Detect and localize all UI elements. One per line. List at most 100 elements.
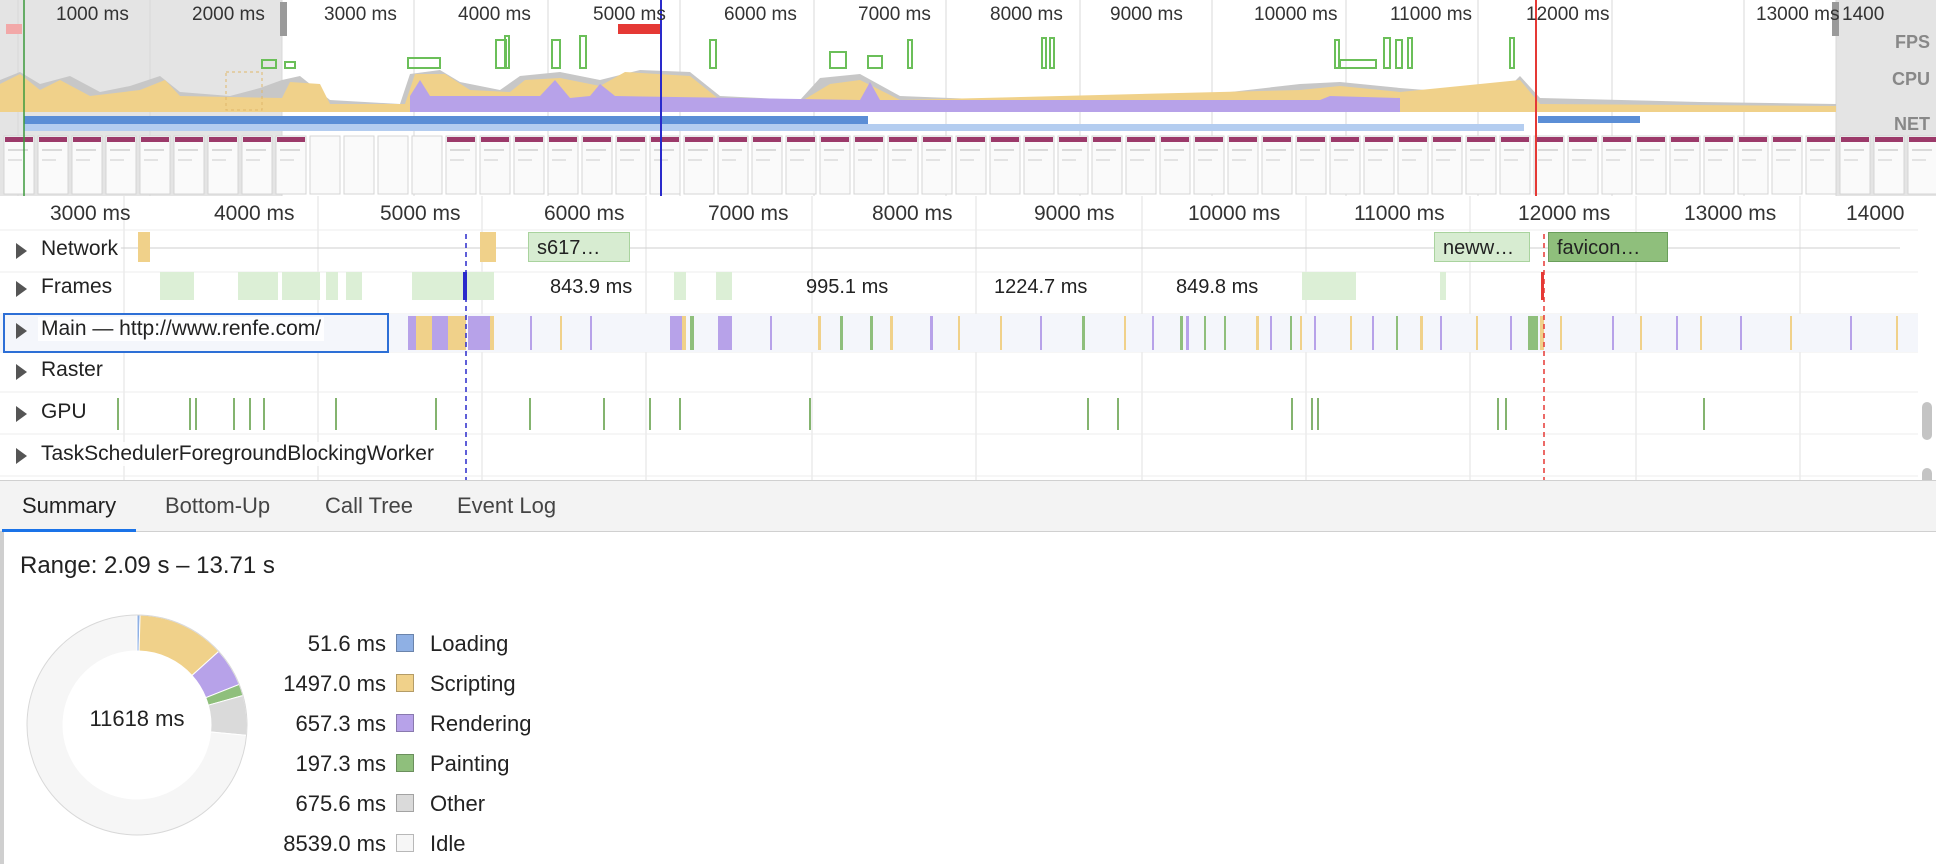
filmstrip-thumbnail-header: [1603, 137, 1631, 142]
timeline-tick-label: 7000 ms: [708, 202, 789, 225]
filmstrip-thumbnail-header: [1909, 137, 1936, 142]
overview-tick-label: 1400: [1842, 4, 1885, 25]
filmstrip-thumbnail-header: [73, 137, 101, 142]
tracks-scrollbar[interactable]: [1922, 402, 1932, 480]
fps-bar: [829, 51, 847, 69]
network-request-neww[interactable]: neww…: [1434, 232, 1530, 262]
overview-tick-label: 2000 ms: [192, 4, 265, 25]
legend-name: Other: [430, 791, 486, 816]
filmstrip-thumbnail: [309, 135, 341, 195]
frame-duration[interactable]: 1224.7 ms: [994, 276, 1087, 299]
filmstrip-thumbnail-header: [1331, 137, 1359, 142]
filmstrip-thumbnail: [853, 135, 885, 195]
filmstrip-thumbnail-header: [39, 137, 67, 142]
frame-duration[interactable]: 843.9 ms: [550, 276, 632, 299]
frame-duration[interactable]: 849.8 ms: [1176, 276, 1258, 299]
filmstrip-thumbnail-header: [1263, 137, 1291, 142]
filmstrip-thumbnail: [479, 135, 511, 195]
legend-value: 8539.0 ms: [283, 831, 386, 856]
expand-arrow-icon[interactable]: [16, 364, 27, 380]
fps-bar: [709, 39, 717, 69]
filmstrip-thumbnail-header: [481, 137, 509, 142]
filmstrip-thumbnail-header: [1773, 137, 1801, 142]
timeline-overview[interactable]: 1000 ms 2000 ms 3000 ms 4000 ms 5000 ms 6000 …: [0, 0, 1936, 197]
timeline-tick-label: 12000 ms: [1518, 202, 1611, 225]
filmstrip-thumbnail-header: [1195, 137, 1223, 142]
filmstrip-thumbnail-header: [787, 137, 815, 142]
filmstrip-thumbnail: [581, 135, 613, 195]
tab-summary[interactable]: Summary: [2, 481, 137, 532]
network-request-s617[interactable]: s617…: [528, 232, 630, 262]
frame-duration[interactable]: 995.1 ms: [806, 276, 888, 299]
expand-arrow-icon[interactable]: [16, 243, 27, 259]
filmstrip-thumbnail: [1737, 135, 1769, 195]
filmstrip-thumbnail: [1805, 135, 1837, 195]
scrollbar-thumb[interactable]: [1922, 468, 1932, 480]
track-frames[interactable]: Frames: [0, 268, 1918, 310]
filmstrip-thumbnail: [1057, 135, 1089, 195]
legend-swatch: [396, 754, 414, 772]
fps-bar: [907, 39, 913, 69]
filmstrip-thumbnail: [1465, 135, 1497, 195]
expand-arrow-icon[interactable]: [16, 448, 27, 464]
filmstrip-thumbnail: [887, 135, 919, 195]
tab-event-log[interactable]: Event Log: [437, 481, 576, 532]
filmstrip-thumbnail: [547, 135, 579, 195]
filmstrip-thumbnail-header: [1161, 137, 1189, 142]
timeline-tick-label: 3000 ms: [50, 202, 131, 225]
scrollbar-thumb-top[interactable]: [1922, 402, 1932, 440]
track-raster[interactable]: Raster: [0, 351, 1918, 393]
filmstrip-thumbnail: [37, 135, 69, 195]
fps-bar: [579, 35, 587, 69]
overview-tick-label: 7000 ms: [858, 4, 931, 25]
filmstrip-thumbnail: [139, 135, 171, 195]
legend-value: 197.3 ms: [295, 751, 387, 776]
expand-arrow-icon[interactable]: [16, 281, 27, 297]
filmstrip-thumbnail: [1295, 135, 1327, 195]
net-lane-label: NET: [1894, 114, 1930, 134]
tab-call-tree[interactable]: Call Tree: [305, 481, 433, 532]
selection-handle-left: [280, 2, 287, 36]
summary-panel: Range: 2.09 s – 13.71 s 11618 ms 51.6 ms…: [0, 532, 1936, 864]
filmstrip-thumbnail: [1397, 135, 1429, 195]
legend-name: Loading: [430, 631, 509, 656]
cpu-lane-label: CPU: [1891, 69, 1930, 89]
filmstrip-thumbnail-header: [1093, 137, 1121, 142]
filmstrip-thumbnail: [1873, 135, 1905, 195]
filmstrip-thumbnail: [105, 135, 137, 195]
track-main[interactable]: Main — http://www.renfe.com/: [0, 310, 1918, 352]
filmstrip-thumbnail-header: [447, 137, 475, 142]
filmstrip-thumbnail: [1703, 135, 1735, 195]
filmstrip-thumbnail-header: [753, 137, 781, 142]
overview-tick-label: 12000 ms: [1526, 4, 1610, 25]
overview-tick-label: 10000 ms: [1254, 4, 1338, 25]
filmstrip-thumbnail-header: [175, 137, 203, 142]
filmstrip-thumbnail-header: [1229, 137, 1257, 142]
filmstrip-thumbnail-header: [651, 137, 679, 142]
timeline-tick-label: 4000 ms: [214, 202, 295, 225]
fps-lane-label: FPS: [1894, 32, 1930, 52]
filmstrip-thumbnail: [1261, 135, 1293, 195]
track-gpu[interactable]: GPU: [0, 393, 1918, 435]
track-task-scheduler[interactable]: TaskSchedulerForegroundBlockingWorker: [0, 435, 1918, 477]
tab-bottom-up[interactable]: Bottom-Up: [145, 481, 290, 532]
fps-bar: [1041, 37, 1047, 69]
filmstrip-thumbnail: [1533, 135, 1565, 195]
filmstrip-thumbnail: [1363, 135, 1395, 195]
filmstrip-thumbnail: [1159, 135, 1191, 195]
legend-name: Painting: [430, 751, 510, 776]
network-request-favicon[interactable]: favicon…: [1548, 232, 1668, 262]
filmstrip-thumbnail: [1227, 135, 1259, 195]
fps-bar: [551, 39, 561, 69]
filmstrip-thumbnail-header: [583, 137, 611, 142]
long-task-marker: [6, 24, 22, 34]
legend-name: Rendering: [430, 711, 532, 736]
expand-arrow-icon[interactable]: [16, 406, 27, 422]
legend-swatch: [396, 834, 414, 852]
filmstrip-thumbnail-header: [685, 137, 713, 142]
fps-bar: [1383, 37, 1391, 69]
filmstrip-thumbnail: [1499, 135, 1531, 195]
overview-tick-label: 11000 ms: [1390, 4, 1473, 25]
expand-arrow-icon[interactable]: [16, 323, 27, 339]
filmstrip-thumbnail: [955, 135, 987, 195]
